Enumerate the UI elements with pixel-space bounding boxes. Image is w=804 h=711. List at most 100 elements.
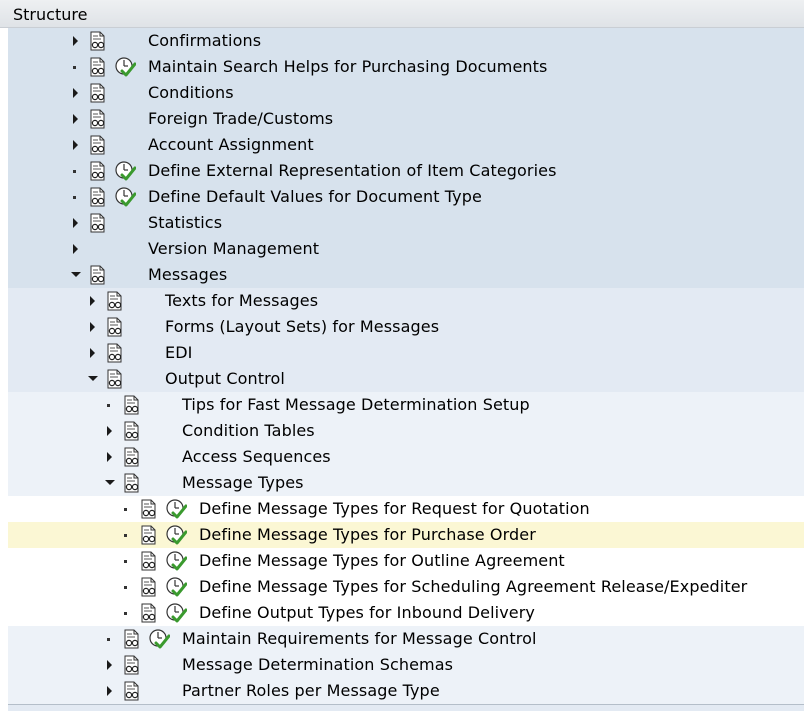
tree-node-message-types[interactable]: Message Types: [8, 470, 804, 496]
tree-node-tips-for-fast-message-determination-setup[interactable]: Tips for Fast Message Determination Setu…: [8, 392, 804, 418]
leaf-node-icon: [120, 600, 134, 626]
tree-block-separator: [8, 704, 804, 705]
leaf-node-icon: [103, 392, 117, 418]
document-glasses-icon[interactable]: [88, 135, 108, 155]
document-glasses-icon[interactable]: [139, 499, 159, 519]
expand-node-icon[interactable]: [69, 236, 83, 262]
tree-node-define-external-representation-of-item-categories[interactable]: Define External Representation of Item C…: [8, 158, 804, 184]
document-glasses-icon[interactable]: [88, 161, 108, 181]
tree-node-define-message-types-for-purchase-order[interactable]: Define Message Types for Purchase Order: [8, 522, 804, 548]
document-glasses-icon[interactable]: [122, 395, 142, 415]
tree-node-label: Condition Tables: [182, 421, 315, 440]
tree-node-messages[interactable]: Messages: [8, 262, 804, 288]
document-glasses-icon[interactable]: [88, 213, 108, 233]
toggle-glyph: [90, 296, 95, 306]
tree-node-label: Output Control: [165, 369, 285, 388]
toggle-glyph: [73, 218, 78, 228]
expand-node-icon[interactable]: [103, 678, 117, 704]
tree-node-define-default-values-for-document-type[interactable]: Define Default Values for Document Type: [8, 184, 804, 210]
toggle-glyph: [73, 140, 78, 150]
tree-node-foreign-trade-customs[interactable]: Foreign Trade/Customs: [8, 106, 804, 132]
collapse-node-icon[interactable]: [69, 262, 83, 288]
tree-node-conditions[interactable]: Conditions: [8, 80, 804, 106]
tree-node-define-output-types-for-inbound-delivery[interactable]: Define Output Types for Inbound Delivery: [8, 600, 804, 626]
tree-node-label: Define Message Types for Scheduling Agre…: [199, 577, 748, 596]
expand-node-icon[interactable]: [86, 340, 100, 366]
structure-header: Structure: [0, 0, 804, 28]
document-glasses-icon[interactable]: [122, 681, 142, 701]
document-glasses-icon[interactable]: [88, 187, 108, 207]
expand-node-icon[interactable]: [69, 132, 83, 158]
expand-node-icon[interactable]: [103, 418, 117, 444]
document-glasses-icon[interactable]: [139, 525, 159, 545]
toggle-glyph: [73, 244, 78, 254]
execute-clock-check-icon[interactable]: [165, 498, 188, 520]
tree-node-access-sequences[interactable]: Access Sequences: [8, 444, 804, 470]
document-glasses-icon[interactable]: [88, 265, 108, 285]
execute-clock-check-icon[interactable]: [165, 602, 188, 624]
tree-node-define-message-types-for-request-for-quotation[interactable]: Define Message Types for Request for Quo…: [8, 496, 804, 522]
document-glasses-icon[interactable]: [139, 603, 159, 623]
leaf-node-icon: [103, 626, 117, 652]
expand-node-icon[interactable]: [103, 444, 117, 470]
document-glasses-icon[interactable]: [122, 655, 142, 675]
tree-node-confirmations[interactable]: Confirmations: [8, 28, 804, 54]
document-glasses-icon[interactable]: [122, 629, 142, 649]
toggle-glyph: [107, 660, 112, 670]
collapse-node-icon[interactable]: [86, 366, 100, 392]
expand-node-icon[interactable]: [69, 106, 83, 132]
execute-clock-check-icon[interactable]: [165, 576, 188, 598]
document-glasses-icon[interactable]: [88, 57, 108, 77]
tree-node-forms-layout-sets-for-messages[interactable]: Forms (Layout Sets) for Messages: [8, 314, 804, 340]
execute-clock-check-icon[interactable]: [165, 550, 188, 572]
tree-node-label: Message Determination Schemas: [182, 655, 454, 674]
tree-node-partial[interactable]: [8, 704, 804, 711]
toggle-glyph: [105, 480, 115, 485]
tree-node-define-message-types-for-scheduling-agreement-release-expediter[interactable]: Define Message Types for Scheduling Agre…: [8, 574, 804, 600]
document-glasses-icon[interactable]: [88, 83, 108, 103]
expand-node-icon[interactable]: [69, 80, 83, 106]
tree-node-label: Forms (Layout Sets) for Messages: [165, 317, 440, 336]
tree-node-label: Version Management: [148, 239, 320, 258]
tree-node-version-management[interactable]: Version Management: [8, 236, 804, 262]
expand-node-icon[interactable]: [86, 314, 100, 340]
execute-clock-check-icon[interactable]: [114, 56, 137, 78]
tree-node-maintain-requirements-for-message-control[interactable]: Maintain Requirements for Message Contro…: [8, 626, 804, 652]
execute-clock-check-icon[interactable]: [148, 628, 171, 650]
document-glasses-icon[interactable]: [88, 109, 108, 129]
expand-node-icon[interactable]: [86, 288, 100, 314]
tree-node-edi[interactable]: EDI: [8, 340, 804, 366]
tree-node-message-determination-schemas[interactable]: Message Determination Schemas: [8, 652, 804, 678]
document-glasses-icon[interactable]: [88, 31, 108, 51]
document-glasses-icon[interactable]: [122, 447, 142, 467]
document-glasses-icon[interactable]: [105, 291, 125, 311]
collapse-node-icon[interactable]: [103, 470, 117, 496]
tree-node-account-assignment[interactable]: Account Assignment: [8, 132, 804, 158]
expand-node-icon[interactable]: [69, 28, 83, 54]
leaf-node-icon: [120, 496, 134, 522]
toggle-glyph: [124, 586, 127, 589]
document-glasses-icon[interactable]: [122, 421, 142, 441]
document-glasses-icon[interactable]: [105, 317, 125, 337]
tree-node-label: Conditions: [148, 83, 234, 102]
execute-clock-check-icon[interactable]: [114, 186, 137, 208]
expand-node-icon[interactable]: [69, 210, 83, 236]
document-glasses-icon[interactable]: [122, 473, 142, 493]
tree-node-output-control[interactable]: Output Control: [8, 366, 804, 392]
document-glasses-icon[interactable]: [139, 551, 159, 571]
document-glasses-icon[interactable]: [139, 577, 159, 597]
tree-node-partner-roles-per-message-type[interactable]: Partner Roles per Message Type: [8, 678, 804, 704]
expand-node-icon[interactable]: [103, 652, 117, 678]
execute-clock-check-icon[interactable]: [114, 160, 137, 182]
execute-clock-check-icon[interactable]: [165, 524, 188, 546]
tree-node-statistics[interactable]: Statistics: [8, 210, 804, 236]
tree-node-texts-for-messages[interactable]: Texts for Messages: [8, 288, 804, 314]
toggle-glyph: [73, 66, 76, 69]
leaf-node-icon: [120, 522, 134, 548]
document-glasses-icon[interactable]: [105, 343, 125, 363]
tree-node-condition-tables[interactable]: Condition Tables: [8, 418, 804, 444]
tree-node-maintain-search-helps-for-purchasing-documents[interactable]: Maintain Search Helps for Purchasing Doc…: [8, 54, 804, 80]
tree-node-define-message-types-for-outline-agreement[interactable]: Define Message Types for Outline Agreeme…: [8, 548, 804, 574]
tree-node-label: Define Default Values for Document Type: [148, 187, 482, 206]
document-glasses-icon[interactable]: [105, 369, 125, 389]
